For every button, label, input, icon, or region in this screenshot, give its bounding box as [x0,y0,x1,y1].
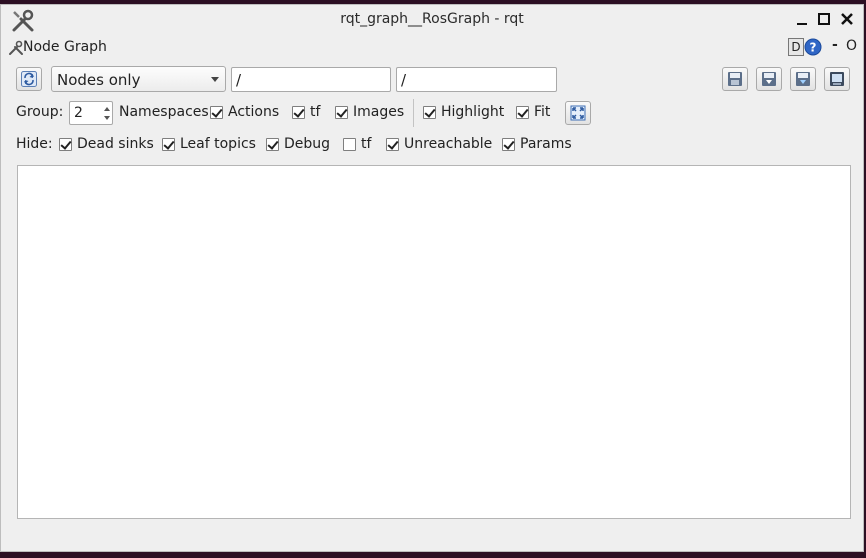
save-svg-button[interactable] [790,67,816,91]
plugin-title: Node Graph [23,39,107,55]
images-label[interactable]: Images [353,104,404,120]
actions-checkbox[interactable] [210,106,223,119]
view-mode-combo[interactable]: Nodes only [51,66,226,92]
chevron-down-icon [211,77,219,82]
params-label[interactable]: Params [520,136,572,152]
dead-sinks-checkbox[interactable] [59,138,72,151]
unreachable-label[interactable]: Unreachable [404,136,492,152]
highlight-checkbox[interactable] [423,106,436,119]
maximize-icon[interactable] [816,11,832,27]
namespaces-label: Namespaces [119,104,209,120]
graph-canvas[interactable] [17,165,851,519]
tf-label[interactable]: tf [310,104,320,120]
dead-sinks-label[interactable]: Dead sinks [77,136,154,152]
tools-icon [9,40,23,55]
separator [413,99,414,127]
actions-label[interactable]: Actions [228,104,279,120]
minimize-icon[interactable] [794,11,810,27]
window-title: rqt_graph__RosGraph - rqt [340,11,524,27]
fit-label[interactable]: Fit [534,104,550,120]
node-filter-input[interactable] [231,67,391,92]
save-image-icon [830,72,844,86]
refresh-button[interactable] [16,67,42,91]
group-value: 2 [74,105,83,121]
tf-checkbox[interactable] [292,106,305,119]
svg-text:?: ? [810,41,817,55]
fit-in-view-button[interactable] [565,101,591,125]
highlight-label[interactable]: Highlight [441,104,504,120]
view-mode-value: Nodes only [57,71,141,89]
save-dot-icon [762,72,776,86]
fit-in-view-icon [570,105,586,121]
unreachable-checkbox[interactable] [386,138,399,151]
images-checkbox[interactable] [335,106,348,119]
close-plugin-button[interactable]: O [846,38,857,54]
plugin-header: Node Graph D ? - O [1,37,863,59]
leaf-topics-label[interactable]: Leaf topics [180,136,256,152]
hide-tf-label[interactable]: tf [361,136,371,152]
spin-down-icon[interactable] [104,116,110,120]
leaf-topics-checkbox[interactable] [162,138,175,151]
close-icon[interactable] [839,11,855,27]
hide-tf-checkbox[interactable] [343,138,356,151]
save-image-button[interactable] [824,67,850,91]
params-checkbox[interactable] [502,138,515,151]
hide-options-row: Hide: Dead sinks Leaf topics Debug tf Un… [16,133,856,157]
group-spinbox[interactable]: 2 [69,101,113,125]
load-dot-button[interactable] [722,67,748,91]
hide-label: Hide: [16,136,53,152]
refresh-icon [21,71,37,87]
dock-button[interactable]: D [788,38,804,56]
save-svg-icon [796,72,810,86]
save-dot-button[interactable] [756,67,782,91]
group-label: Group: [16,104,64,120]
spin-up-icon[interactable] [104,107,110,111]
group-options-row: Group: 2 Namespaces Actions tf Images Hi… [16,99,856,127]
title-bar[interactable]: rqt_graph__RosGraph - rqt [1,5,863,35]
help-icon[interactable]: ? [804,38,822,56]
minimize-plugin-button[interactable]: - [832,37,838,53]
debug-checkbox[interactable] [266,138,279,151]
fit-checkbox[interactable] [516,106,529,119]
topic-filter-input[interactable] [396,67,557,92]
rqt-window: rqt_graph__RosGraph - rqt Node Graph D ?… [0,4,864,552]
debug-label[interactable]: Debug [284,136,330,152]
load-dot-icon [728,72,742,86]
